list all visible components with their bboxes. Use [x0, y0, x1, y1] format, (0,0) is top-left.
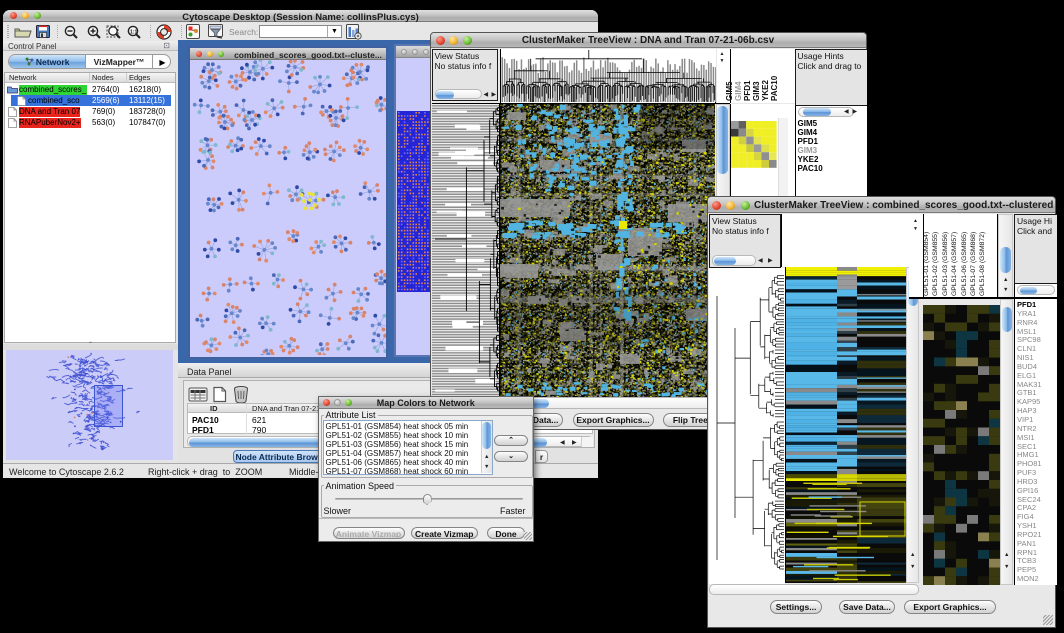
svg-text:1:1: 1:1 — [130, 30, 137, 36]
